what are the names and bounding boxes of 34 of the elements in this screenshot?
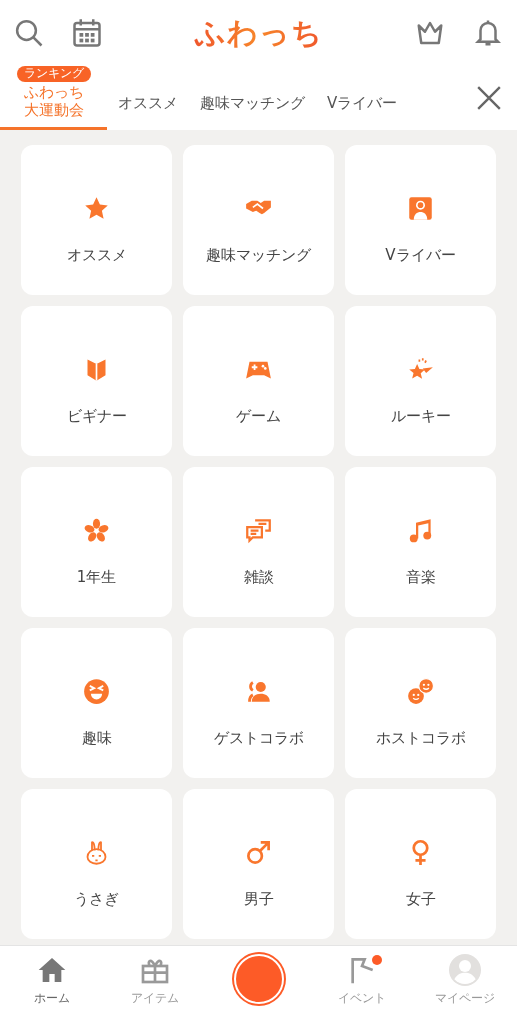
chat-bubbles-icon: [245, 517, 272, 544]
category-tile[interactable]: 雑談: [183, 467, 334, 617]
bell-icon[interactable]: [473, 18, 503, 48]
category-tile[interactable]: 男子: [183, 789, 334, 939]
category-tile[interactable]: ルーキー: [345, 306, 496, 456]
male-symbol-icon: [245, 839, 272, 866]
category-tile[interactable]: 趣味: [21, 628, 172, 778]
smiley-faces-icon: [407, 678, 434, 705]
category-tile[interactable]: 趣味マッチング: [183, 145, 334, 295]
category-tile[interactable]: うさぎ: [21, 789, 172, 939]
category-tile[interactable]: ゲストコラボ: [183, 628, 334, 778]
blossom-icon: [83, 517, 110, 544]
close-icon: [476, 85, 502, 111]
calendar-icon[interactable]: [72, 18, 102, 48]
category-tile[interactable]: 女子: [345, 789, 496, 939]
ranking-badge: ランキング: [16, 66, 91, 82]
search-icon[interactable]: [14, 18, 44, 48]
avatar-icon: [449, 954, 482, 986]
category-tile[interactable]: ホストコラボ: [345, 628, 496, 778]
category-tile[interactable]: 音楽: [345, 467, 496, 617]
category-tile[interactable]: 1年生: [21, 467, 172, 617]
star-icon: [83, 195, 110, 222]
category-tile[interactable]: ビギナー: [21, 306, 172, 456]
laughing-face-icon: [83, 678, 110, 705]
category-tile[interactable]: Vライバー: [345, 145, 496, 295]
nav-tab[interactable]: ホーム: [0, 946, 104, 1024]
category-tab[interactable]: オススメ: [107, 66, 189, 130]
record-button[interactable]: [233, 954, 284, 1004]
category-tile[interactable]: オススメ: [21, 145, 172, 295]
framed-figure-icon: [407, 195, 434, 222]
category-tile[interactable]: ゲーム: [183, 306, 334, 456]
category-tab[interactable]: Vライバー: [316, 66, 409, 130]
category-tab[interactable]: 趣味マッチング: [189, 66, 316, 130]
music-note-icon: [407, 517, 434, 544]
